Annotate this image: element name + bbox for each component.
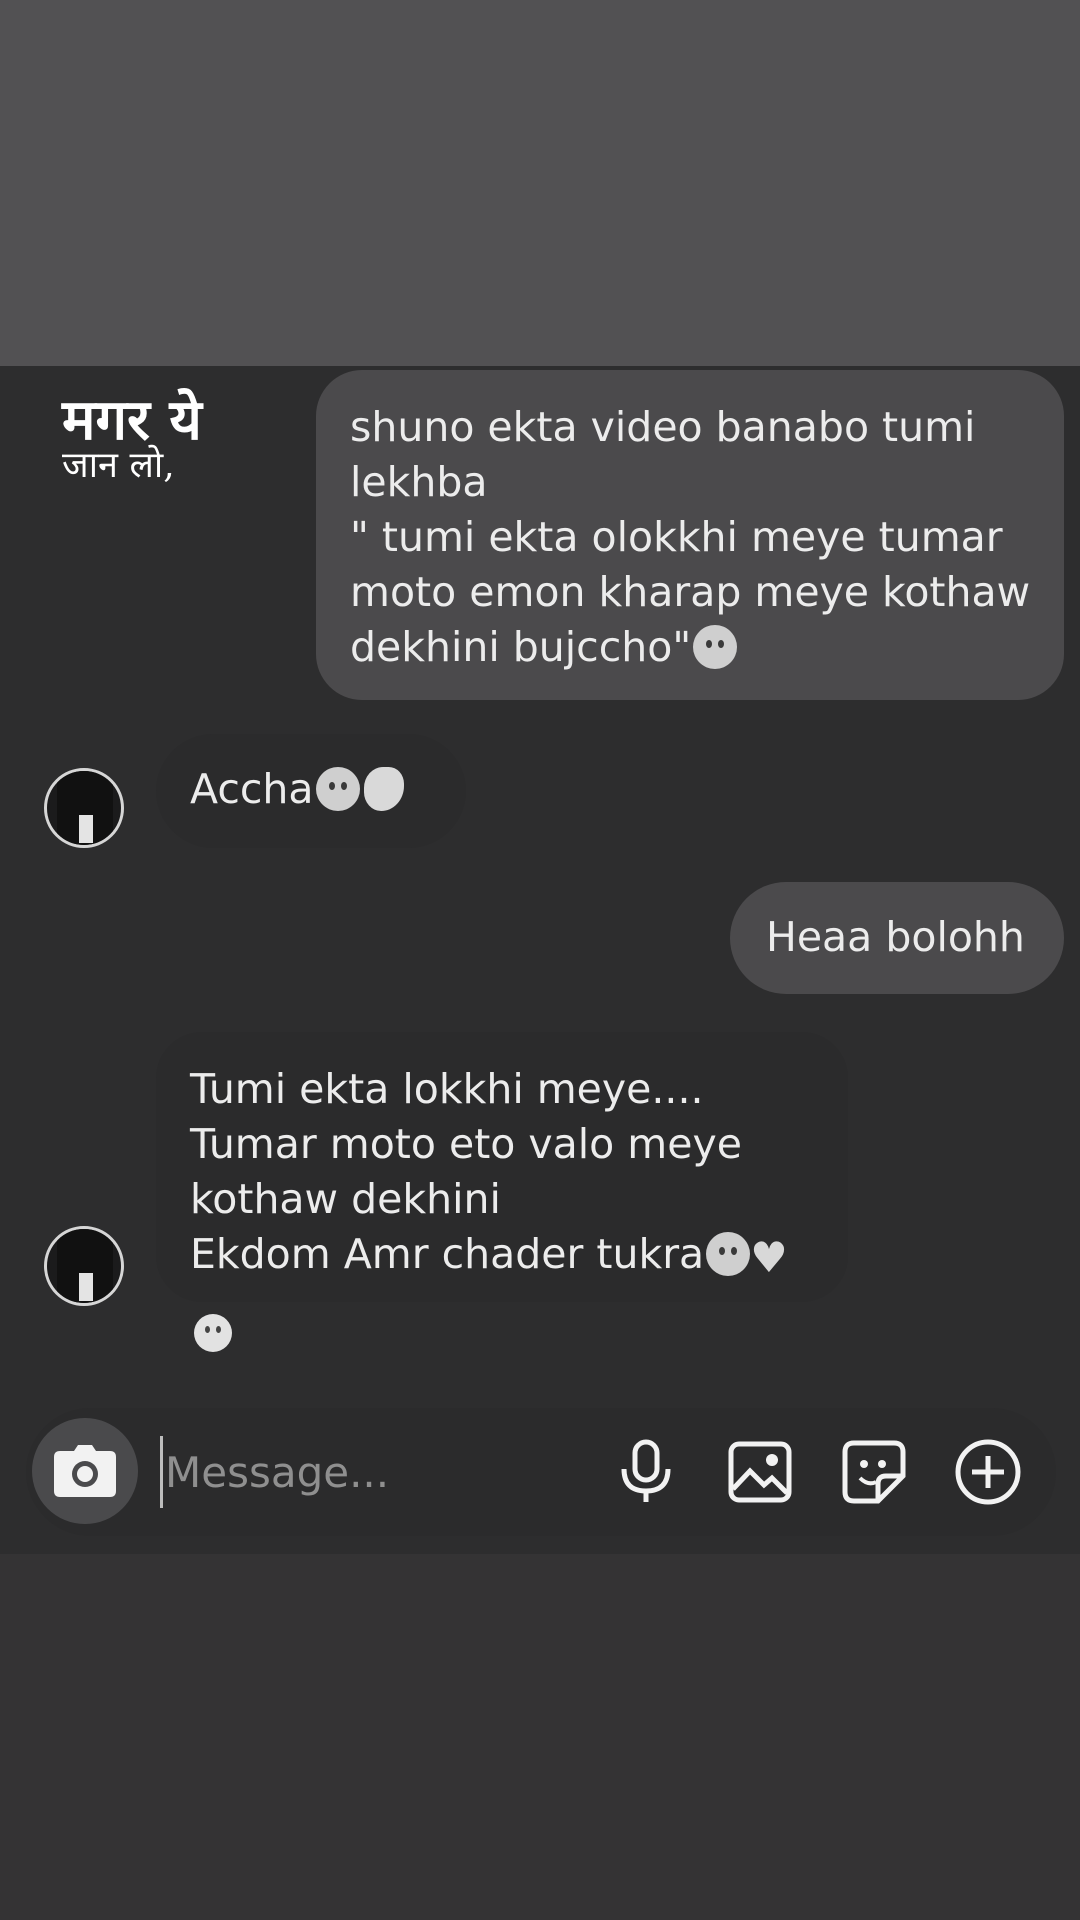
ghost-emoji-icon [693,625,738,669]
smiling-face-reaction-icon[interactable] [194,1314,232,1352]
contact-avatar[interactable] [44,1226,124,1306]
received-message-bubble[interactable]: Accha [156,734,466,848]
sticker-icon [842,1440,906,1504]
more-options-button[interactable] [952,1436,1024,1508]
overlay-caption-line1: मगर ये [62,387,202,453]
plus-circle-icon [955,1439,1021,1505]
sent-message-bubble[interactable]: shuno ekta video banabo tumi lekhba " tu… [316,370,1064,700]
microphone-button[interactable] [610,1436,682,1508]
gallery-icon [728,1441,792,1503]
overlay-caption-line2: जान लो, [62,445,175,486]
message-input[interactable] [160,1436,607,1508]
microphone-icon [621,1439,671,1502]
message-composer [26,1408,1056,1536]
received-message-bubble[interactable]: Tumi ekta lokkhi meye.... Tumar moto eto… [156,1032,848,1302]
message-text: Accha [190,765,314,813]
ghost-emoji-icon [315,767,360,811]
gallery-button[interactable] [724,1436,796,1508]
camera-button[interactable] [32,1418,138,1524]
ok-hand-emoji-icon [363,767,404,811]
overlay-caption: मगर ये जान लो, [62,392,302,484]
ghost-emoji-icon [706,1232,751,1276]
camera-icon [54,1445,116,1497]
white-heart-emoji-icon: ♥ [750,1233,788,1282]
contact-avatar[interactable] [44,768,124,848]
message-text: Heaa bolohh [766,913,1025,961]
sent-message-bubble[interactable]: Heaa bolohh [730,882,1064,994]
message-text: Tumi ekta lokkhi meye.... Tumar moto eto… [190,1065,742,1278]
bottom-band [0,1554,1080,1920]
message-text: shuno ekta video banabo tumi lekhba " tu… [350,403,1031,671]
sticker-button[interactable] [838,1436,910,1508]
top-band [0,0,1080,366]
